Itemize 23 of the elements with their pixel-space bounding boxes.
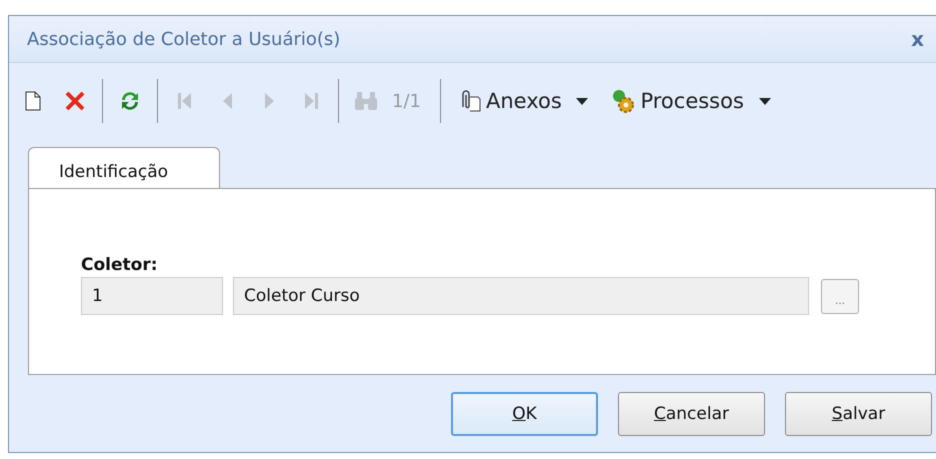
last-record-icon <box>304 92 318 110</box>
processes-menu[interactable]: Processos <box>600 88 781 114</box>
delete-icon <box>64 90 86 112</box>
code-field[interactable]: 1 <box>81 277 223 315</box>
description-field[interactable]: Coletor Curso <box>233 277 809 315</box>
previous-record-icon <box>222 93 232 109</box>
next-record-icon <box>264 93 274 109</box>
gear-icon <box>610 88 636 114</box>
tab[interactable]: Identificação <box>28 147 220 188</box>
field-label: Coletor: <box>81 255 158 275</box>
dialog-button[interactable]: Cancelar <box>618 392 765 436</box>
dialog-button[interactable]: Salvar <box>785 392 932 436</box>
lookup-button[interactable]: ... <box>821 278 859 314</box>
dropdown-caret-icon <box>758 98 771 104</box>
binoculars-icon <box>354 91 378 111</box>
attachments-menu[interactable]: Anexos <box>448 89 598 113</box>
first-record-icon <box>178 92 192 110</box>
dropdown-caret-icon <box>576 98 588 104</box>
dialog-button[interactable]: OK <box>451 392 598 436</box>
record-counter: 1/1 <box>388 90 433 112</box>
new-document-icon <box>25 91 41 111</box>
close-button[interactable]: x <box>907 27 928 51</box>
window-title: Associação de Coletor a Usuário(s) <box>27 28 340 50</box>
